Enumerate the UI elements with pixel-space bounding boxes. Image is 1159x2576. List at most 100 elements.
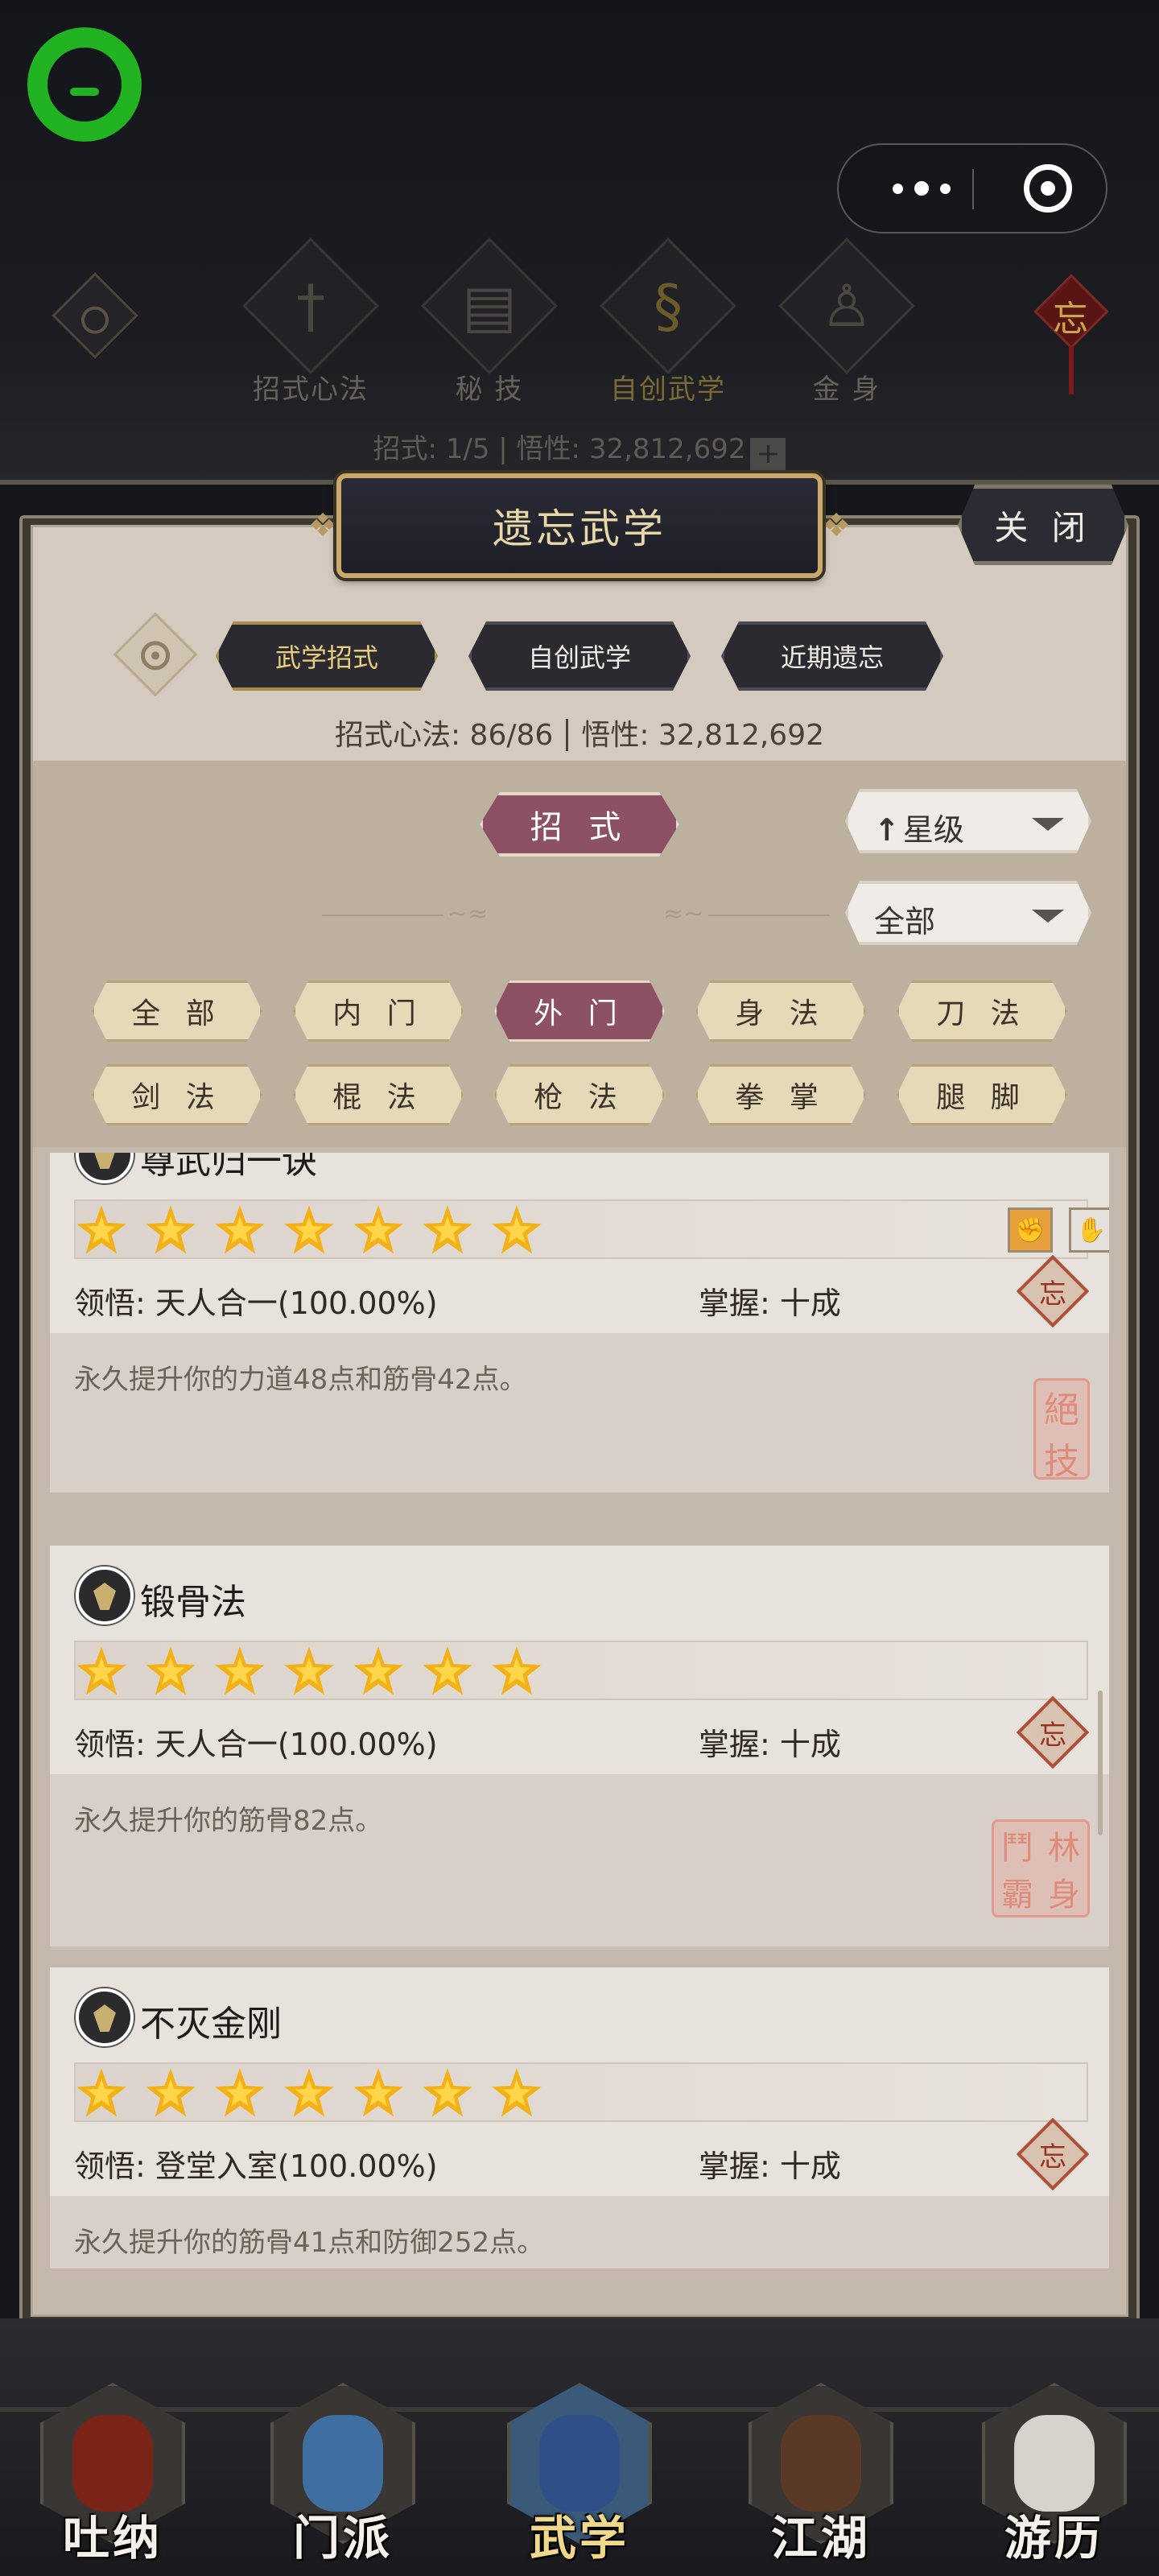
star-icon <box>215 1646 265 1695</box>
top-background <box>0 0 1159 483</box>
star-icon <box>353 1646 403 1695</box>
top-tab-label: 自创武学 <box>610 374 726 406</box>
star-icon <box>423 2068 472 2117</box>
school-emblem-icon <box>76 1988 134 2046</box>
skill-badge-icon[interactable]: ✋ <box>1069 1208 1109 1253</box>
top-tab-golden-body[interactable]: ♙ 金 身 <box>766 237 927 406</box>
chevron-down-icon <box>1032 818 1064 831</box>
list-item[interactable]: 锻骨法 领悟: 天人合一(100.00%) 掌握: 十成 忘 永久提升你的筋骨8… <box>50 1546 1109 1950</box>
ornament-swirl: ≈~ <box>663 900 704 928</box>
type-toggle-button[interactable]: 招 式 <box>480 792 679 857</box>
sort-select[interactable]: ↑ 星级 <box>845 789 1091 853</box>
seal-stamp: 鬥 林 霸 身 <box>992 1819 1090 1918</box>
chip-fist[interactable]: 拳 掌 <box>695 1064 866 1125</box>
star-icon <box>284 2068 334 2117</box>
star-rating: ✊ ✋ <box>74 1199 1109 1259</box>
nav-sect[interactable]: 门派 <box>246 2367 439 2576</box>
chip-all[interactable]: 全 部 <box>92 980 262 1042</box>
scroll-icon: § <box>654 272 683 340</box>
fist-badge-icon[interactable]: ✊ <box>1008 1208 1053 1253</box>
seal-stamp: 絕 技 <box>1033 1378 1090 1482</box>
star-icon <box>146 2068 196 2117</box>
chip-blade[interactable]: 刀 法 <box>897 980 1067 1042</box>
tab-martial-moves[interactable]: 武学招式 <box>216 621 438 691</box>
top-tab-moves[interactable]: † 招式心法 <box>230 237 391 406</box>
moves-count: 招式心法: 86/86 <box>334 719 554 752</box>
list-item[interactable]: 尊武归一诀 ✊ ✋ 领悟: 天人合一(100.00%) 掌握: 十成 忘 永久提… <box>50 1153 1109 1492</box>
star-icon <box>492 1646 542 1695</box>
mastery-level: 掌握: 十成 <box>699 2149 841 2184</box>
star-icon <box>284 1646 334 1695</box>
top-tab-label: 金 身 <box>812 374 881 406</box>
star-rating <box>74 1641 1088 1700</box>
star-icon <box>76 1205 126 1254</box>
more-menu-icon[interactable] <box>877 145 966 232</box>
tab-custom-martial[interactable]: 自创武学 <box>468 621 691 691</box>
up-arrow-icon: ↑ <box>874 812 900 848</box>
top-stat-text: 招式: 1/5 | 悟性: 32,812,692 <box>373 433 746 465</box>
skill-description: 永久提升你的筋骨82点。 <box>74 1805 383 1837</box>
mastery-level: 掌握: 十成 <box>699 1727 841 1762</box>
list-scrollbar[interactable] <box>1098 1690 1103 1835</box>
mastery-level: 掌握: 十成 <box>699 1286 841 1321</box>
insight-level: 领悟: 天人合一(100.00%) <box>74 1286 438 1321</box>
top-tab-custom[interactable]: § 自创武学 <box>588 237 749 406</box>
skill-description: 永久提升你的力道48点和筋骨42点。 <box>74 1364 527 1396</box>
chip-inner[interactable]: 内 门 <box>293 980 464 1042</box>
nav-travel[interactable]: 游历 <box>958 2367 1151 2576</box>
chip-kick[interactable]: 腿 脚 <box>897 1064 1067 1125</box>
tab-recently-forgotten[interactable]: 近期遗忘 <box>721 621 943 691</box>
skill-list[interactable]: 尊武归一诀 ✊ ✋ 领悟: 天人合一(100.00%) 掌握: 十成 忘 永久提… <box>50 1153 1109 2268</box>
chip-sword[interactable]: 剑 法 <box>92 1064 262 1125</box>
close-button[interactable]: 关 闭 <box>958 485 1128 565</box>
chip-spear[interactable]: 枪 法 <box>494 1064 665 1125</box>
chip-staff[interactable]: 棍 法 <box>293 1064 464 1125</box>
forget-button[interactable]: 忘 <box>1016 1254 1090 1328</box>
school-emblem-icon <box>76 1153 134 1183</box>
top-tab-label: 秘 技 <box>455 374 524 406</box>
insight-level: 领悟: 天人合一(100.00%) <box>74 1727 438 1762</box>
skill-name: 尊武归一诀 <box>140 1153 317 1182</box>
ornament-line <box>322 914 443 916</box>
book-icon: ▤ <box>461 272 518 340</box>
miniprogram-capsule <box>837 143 1107 233</box>
star-icon <box>76 2068 126 2117</box>
scope-select[interactable]: 全部 <box>845 881 1091 945</box>
forget-button[interactable]: 忘 <box>1016 2117 1090 2191</box>
star-icon <box>492 2068 542 2117</box>
star-icon <box>284 1205 334 1254</box>
star-rating <box>74 2062 1088 2122</box>
chat-app-logo[interactable] <box>27 27 142 142</box>
star-icon <box>353 2068 403 2117</box>
forget-knot-icon[interactable]: 忘 <box>1030 242 1111 402</box>
school-emblem-icon <box>76 1567 134 1624</box>
close-miniprogram-icon[interactable] <box>1024 164 1072 213</box>
top-tab-label: 招式心法 <box>253 374 369 406</box>
forget-button[interactable]: 忘 <box>1016 1695 1090 1769</box>
chip-outer[interactable]: 外 门 <box>494 980 665 1042</box>
plus-icon[interactable]: + <box>750 438 786 470</box>
nav-martial[interactable]: 武学 <box>483 2367 676 2576</box>
meditation-icon: ♙ <box>820 272 873 340</box>
top-tab-secret[interactable]: ▤ 秘 技 <box>409 237 570 406</box>
ornament-swirl: ~≈ <box>448 900 489 928</box>
nav-breathing[interactable]: 吐纳 <box>16 2367 209 2576</box>
top-stat-line: 招式: 1/5 | 悟性: 32,812,692 + <box>0 427 1159 470</box>
insight-total: 悟性: 32,812,692 <box>581 719 825 752</box>
nav-jianghu[interactable]: 江湖 <box>724 2367 918 2576</box>
list-item[interactable]: 不灭金刚 领悟: 登堂入室(100.00%) 掌握: 十成 忘 永久提升你的筋骨… <box>50 1967 1109 2268</box>
star-icon <box>146 1205 196 1254</box>
ornament-line <box>708 914 829 916</box>
sword-icon: † <box>296 272 325 340</box>
skill-name: 锻骨法 <box>140 1582 246 1623</box>
star-icon <box>146 1646 196 1695</box>
star-icon <box>215 1205 265 1254</box>
straw-hat-icon <box>781 2415 861 2512</box>
star-icon <box>353 1205 403 1254</box>
banner-icon <box>303 2415 383 2512</box>
monk-icon <box>72 2415 153 2512</box>
chip-movement[interactable]: 身 法 <box>695 980 866 1042</box>
star-icon <box>423 1205 472 1254</box>
modal-title: 遗忘武学 <box>336 473 823 578</box>
skill-description: 永久提升你的筋骨41点和防御252点。 <box>74 2227 545 2259</box>
